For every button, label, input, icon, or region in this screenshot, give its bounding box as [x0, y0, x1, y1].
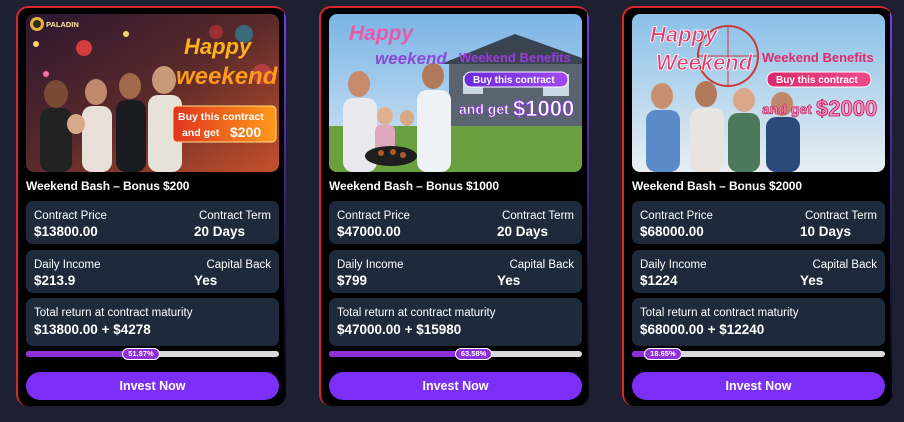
banner-headline-2: weekend — [176, 63, 279, 90]
banner-headline-2: Weekend — [656, 50, 753, 75]
total-return-label: Total return at contract maturity — [640, 307, 799, 319]
contract-term-label: Contract Term — [804, 210, 877, 222]
banner-cta-line-2: and get — [762, 101, 812, 117]
invest-now-button[interactable]: Invest Now — [329, 372, 582, 400]
progress-bar: 63.58% — [329, 348, 582, 360]
card-title: Weekend Bash – Bonus $2000 — [632, 179, 802, 193]
banner-headline-1: Happy — [349, 22, 415, 45]
contract-price-term-box: Contract Price $68000.00 Contract Term 1… — [632, 201, 885, 244]
total-return-label: Total return at contract maturity — [34, 307, 193, 319]
progress-percent-badge: 63.58% — [454, 348, 493, 360]
brand-logo-text: PALADIN — [46, 20, 79, 29]
banner-cta-line-1: Buy this contract — [776, 75, 858, 86]
card-title: Weekend Bash – Bonus $1000 — [329, 179, 499, 193]
income-capital-box: Daily Income $1224 Capital Back Yes — [632, 250, 885, 293]
contract-price-value: $68000.00 — [640, 224, 704, 239]
banner-cta-line-2: and get — [182, 127, 220, 139]
total-return-box: Total return at contract maturity $68000… — [632, 298, 885, 346]
banner-benefits: Weekend Benefits — [459, 50, 571, 65]
promo-banner-image: Happy weekend Buy this contract and get … — [26, 14, 279, 172]
banner-amount: $1000 — [513, 96, 574, 121]
daily-income-value: $213.9 — [34, 273, 76, 288]
capital-back-label: Capital Back — [206, 259, 271, 271]
total-return-value: $47000.00 + $15980 — [337, 322, 462, 337]
banner-cta-line-1: Buy this contract — [473, 75, 555, 86]
contract-term-value: 20 Days — [497, 224, 549, 239]
daily-income-label: Daily Income — [640, 259, 707, 271]
banner-cta-line-2: and get — [459, 101, 509, 117]
contract-price-label: Contract Price — [337, 210, 410, 222]
capital-back-value: Yes — [800, 273, 824, 288]
capital-back-value: Yes — [194, 273, 218, 288]
progress-percent-badge: 51.87% — [122, 348, 160, 360]
invest-now-button[interactable]: Invest Now — [632, 372, 885, 400]
total-return-box: Total return at contract maturity $47000… — [329, 298, 582, 346]
contract-price-label: Contract Price — [34, 210, 107, 222]
income-capital-box: Daily Income $799 Capital Back Yes — [329, 250, 582, 293]
capital-back-value: Yes — [497, 273, 521, 288]
banner-cta-line-1: Buy this contract — [178, 111, 264, 123]
contract-card: Happy weekend Buy this contract and get … — [16, 6, 286, 406]
total-return-label: Total return at contract maturity — [337, 307, 496, 319]
contract-price-term-box: Contract Price $47000.00 Contract Term 2… — [329, 201, 582, 244]
contract-term-value: 20 Days — [194, 224, 246, 239]
daily-income-value: $1224 — [640, 273, 678, 288]
contract-price-label: Contract Price — [640, 210, 713, 222]
banner-amount: $200 — [230, 124, 261, 140]
promo-banner-image: Happy Weekend Weekend Benefits Buy this … — [632, 14, 885, 172]
contract-term-label: Contract Term — [501, 210, 574, 222]
contract-price-value: $13800.00 — [34, 224, 98, 239]
contract-card: Happy Weekend Weekend Benefits Buy this … — [622, 6, 892, 406]
progress-bar: 51.87% — [26, 348, 279, 360]
banner-headline-1: Happy — [650, 22, 719, 47]
progress-bar: 18.65% — [632, 348, 885, 360]
capital-back-label: Capital Back — [812, 259, 877, 271]
banner-headline-2: weekend — [375, 49, 447, 68]
income-capital-box: Daily Income $213.9 Capital Back Yes — [26, 250, 279, 293]
contract-price-term-box: Contract Price $13800.00 Contract Term 2… — [26, 201, 279, 244]
total-return-box: Total return at contract maturity $13800… — [26, 298, 279, 346]
daily-income-value: $799 — [337, 273, 368, 288]
banner-benefits: Weekend Benefits — [762, 50, 874, 65]
progress-percent-badge: 18.65% — [644, 348, 682, 360]
contract-term-value: 10 Days — [800, 224, 852, 239]
invest-now-button[interactable]: Invest Now — [26, 372, 279, 400]
banner-amount: $2000 — [816, 96, 877, 121]
promo-banner-image: Happy weekend Weekend Benefits Buy this … — [329, 14, 582, 172]
banner-headline-1: Happy — [184, 34, 253, 59]
contract-card: Happy weekend Weekend Benefits Buy this … — [319, 6, 589, 406]
total-return-value: $13800.00 + $4278 — [34, 322, 151, 337]
card-title: Weekend Bash – Bonus $200 — [26, 179, 190, 193]
capital-back-label: Capital Back — [509, 259, 574, 271]
total-return-value: $68000.00 + $12240 — [640, 322, 765, 337]
contract-term-label: Contract Term — [198, 210, 271, 222]
daily-income-label: Daily Income — [34, 259, 101, 271]
daily-income-label: Daily Income — [337, 259, 404, 271]
contract-price-value: $47000.00 — [337, 224, 401, 239]
